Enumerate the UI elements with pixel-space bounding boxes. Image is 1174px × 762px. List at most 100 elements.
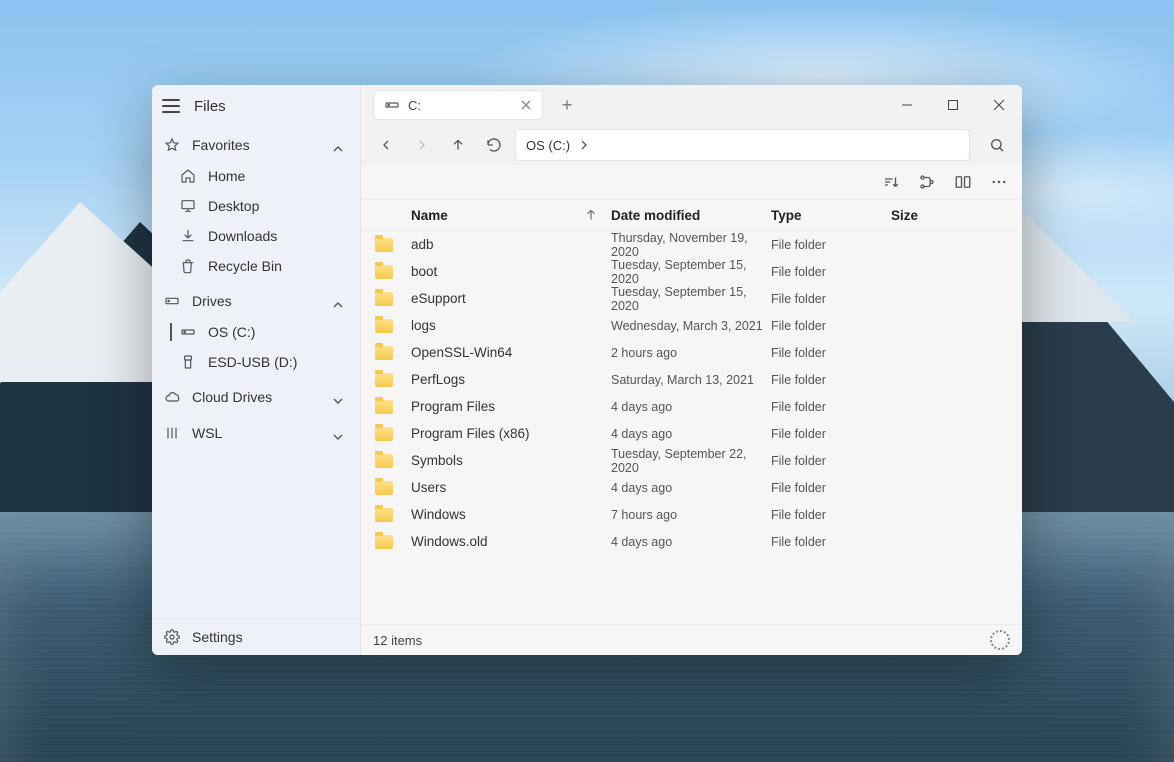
file-name: eSupport xyxy=(411,291,611,306)
sidebar-item-downloads[interactable]: Downloads xyxy=(152,221,360,251)
status-bar: 12 items xyxy=(361,624,1022,655)
desktop-wallpaper: Files Favorites Home xyxy=(0,0,1174,762)
sidebar-item-drive-c[interactable]: OS (C:) xyxy=(152,317,360,347)
file-row[interactable]: bootTuesday, September 15, 2020File fold… xyxy=(361,258,1022,285)
sidebar-item-home[interactable]: Home xyxy=(152,161,360,191)
file-type: File folder xyxy=(771,481,891,495)
window-controls xyxy=(884,85,1022,125)
sidebar-section-drives[interactable]: Drives xyxy=(152,285,360,317)
folder-icon xyxy=(375,238,411,252)
column-header-label: Type xyxy=(771,208,802,223)
sidebar-section-label: WSL xyxy=(192,425,222,441)
file-type: File folder xyxy=(771,454,891,468)
sidebar-section-label: Favorites xyxy=(192,137,250,153)
column-header-date[interactable]: Date modified xyxy=(611,208,771,223)
folder-icon xyxy=(375,454,411,468)
file-row[interactable]: logsWednesday, March 3, 2021File folder xyxy=(361,312,1022,339)
file-row[interactable]: PerfLogsSaturday, March 13, 2021File fol… xyxy=(361,366,1022,393)
hamburger-menu-button[interactable] xyxy=(162,99,180,113)
folder-icon xyxy=(375,265,411,279)
file-type: File folder xyxy=(771,400,891,414)
column-header-label: Name xyxy=(411,208,448,223)
file-row[interactable]: Program Files (x86)4 days agoFile folder xyxy=(361,420,1022,447)
sidebar-settings[interactable]: Settings xyxy=(152,618,360,655)
chevron-down-icon xyxy=(330,393,346,409)
titlebar: C: + xyxy=(361,85,1022,125)
column-header-label: Size xyxy=(891,208,918,223)
folder-icon xyxy=(375,319,411,333)
folder-icon xyxy=(375,400,411,414)
file-date: Tuesday, September 15, 2020 xyxy=(611,285,771,313)
search-button[interactable] xyxy=(982,130,1012,160)
window-close-button[interactable] xyxy=(976,85,1022,125)
app-title: Files xyxy=(194,98,226,115)
file-list[interactable]: adbThursday, November 19, 2020File folde… xyxy=(361,231,1022,624)
sidebar-item-label: Desktop xyxy=(208,198,259,214)
folder-icon xyxy=(375,346,411,360)
file-name: OpenSSL-Win64 xyxy=(411,345,611,360)
file-date: 4 days ago xyxy=(611,427,771,441)
file-row[interactable]: Users4 days agoFile folder xyxy=(361,474,1022,501)
sidebar-item-label: OS (C:) xyxy=(208,324,255,340)
file-row[interactable]: eSupportTuesday, September 15, 2020File … xyxy=(361,285,1022,312)
recyclebin-icon xyxy=(180,258,196,274)
nav-back-button[interactable] xyxy=(371,130,401,160)
column-header-label: Date modified xyxy=(611,208,700,223)
file-row[interactable]: Windows7 hours agoFile folder xyxy=(361,501,1022,528)
file-name: boot xyxy=(411,264,611,279)
file-date: 2 hours ago xyxy=(611,346,771,360)
folder-icon xyxy=(375,427,411,441)
column-header-size[interactable]: Size xyxy=(891,208,971,223)
wsl-icon xyxy=(164,425,180,441)
sidebar-item-label: Recycle Bin xyxy=(208,258,282,274)
file-date: 7 hours ago xyxy=(611,508,771,522)
download-icon xyxy=(180,228,196,244)
home-icon xyxy=(180,168,196,184)
breadcrumb-segment[interactable]: OS (C:) xyxy=(526,138,570,153)
file-date: 4 days ago xyxy=(611,400,771,414)
chevron-up-icon xyxy=(330,297,346,313)
sort-options-button[interactable] xyxy=(880,171,902,193)
nav-refresh-button[interactable] xyxy=(479,130,509,160)
main-area: C: + xyxy=(361,85,1022,655)
folder-icon xyxy=(375,508,411,522)
sidebar-item-recyclebin[interactable]: Recycle Bin xyxy=(152,251,360,281)
tab-close-button[interactable] xyxy=(518,97,534,113)
file-name: logs xyxy=(411,318,611,333)
file-type: File folder xyxy=(771,319,891,333)
address-bar[interactable]: OS (C:) xyxy=(515,129,970,161)
sidebar-item-drive-d[interactable]: ESD-USB (D:) xyxy=(152,347,360,377)
file-row[interactable]: Program Files4 days agoFile folder xyxy=(361,393,1022,420)
view-toolbar xyxy=(361,165,1022,199)
file-row[interactable]: OpenSSL-Win642 hours agoFile folder xyxy=(361,339,1022,366)
status-item-count: 12 items xyxy=(373,633,422,648)
sidebar-item-label: ESD-USB (D:) xyxy=(208,354,297,370)
file-row[interactable]: adbThursday, November 19, 2020File folde… xyxy=(361,231,1022,258)
drives-icon xyxy=(164,293,180,309)
file-type: File folder xyxy=(771,346,891,360)
file-type: File folder xyxy=(771,535,891,549)
window-minimize-button[interactable] xyxy=(884,85,930,125)
nav-forward-button[interactable] xyxy=(407,130,437,160)
chevron-up-icon xyxy=(330,141,346,157)
group-options-button[interactable] xyxy=(916,171,938,193)
sidebar-section-clouddrives[interactable]: Cloud Drives xyxy=(152,381,360,413)
file-date: Saturday, March 13, 2021 xyxy=(611,373,771,387)
column-header-type[interactable]: Type xyxy=(771,208,891,223)
file-row[interactable]: SymbolsTuesday, September 22, 2020File f… xyxy=(361,447,1022,474)
column-header-name[interactable]: Name xyxy=(411,207,611,223)
more-options-button[interactable] xyxy=(988,171,1010,193)
tab-active[interactable]: C: xyxy=(373,90,543,120)
file-date: Thursday, November 19, 2020 xyxy=(611,231,771,259)
sidebar-section-wsl[interactable]: WSL xyxy=(152,417,360,449)
sidebar-item-desktop[interactable]: Desktop xyxy=(152,191,360,221)
file-name: Windows xyxy=(411,507,611,522)
file-date: Wednesday, March 3, 2021 xyxy=(611,319,771,333)
sidebar-section-favorites[interactable]: Favorites xyxy=(152,129,360,161)
window-maximize-button[interactable] xyxy=(930,85,976,125)
nav-up-button[interactable] xyxy=(443,130,473,160)
new-tab-button[interactable]: + xyxy=(553,91,581,119)
layout-options-button[interactable] xyxy=(952,171,974,193)
file-name: Windows.old xyxy=(411,534,611,549)
file-row[interactable]: Windows.old4 days agoFile folder xyxy=(361,528,1022,555)
